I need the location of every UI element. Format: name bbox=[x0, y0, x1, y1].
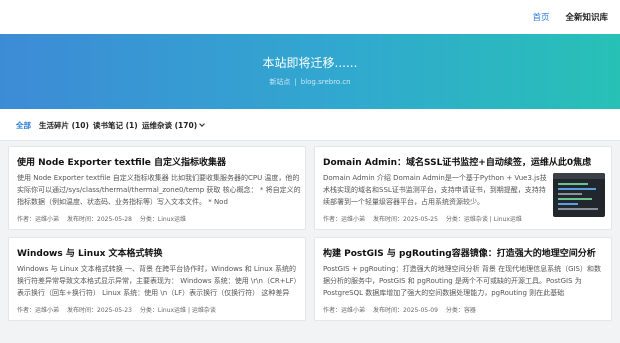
nav-home-link[interactable]: 首页 bbox=[532, 11, 549, 23]
post-excerpt: Domain Admin 介绍 Domain Admin是一个基于Python … bbox=[323, 174, 547, 206]
tab-ops-talk[interactable]: 运维杂谈 (170) bbox=[142, 120, 205, 131]
chevron-down-icon bbox=[199, 121, 205, 127]
post-excerpt: PostGIS + pgRouting：打造强大的地理空间分析 背景 在现代地理… bbox=[323, 265, 601, 297]
post-category: 分类：Linux运维 | 运维杂谈 bbox=[139, 307, 216, 314]
post-date: 发布时间：2025-05-25 bbox=[373, 216, 438, 223]
post-card[interactable]: Domain Admin：域名SSL证书监控+自动续签，运维从此0焦虑 Doma… bbox=[314, 146, 612, 230]
post-meta: 作者：运维小弟 发布时间：2025-05-25 分类：运维杂谈 | Linux运维 bbox=[323, 214, 530, 223]
hero-new-site-url[interactable]: blog.srebro.cn bbox=[301, 78, 351, 86]
post-card[interactable]: 构建 PostGIS 与 pgRouting容器镜像：打造强大的地理空间分析 P… bbox=[314, 237, 612, 321]
category-tabs: 全部 生活碎片 (10) 读书笔记 (1) 运维杂谈 (170) bbox=[0, 109, 620, 141]
post-author: 作者：运维小弟 bbox=[17, 307, 60, 314]
post-card[interactable]: Windows 与 Linux 文本格式转换 Windows 与 Linux 文… bbox=[8, 237, 306, 321]
terminal-screenshot-icon[interactable] bbox=[553, 173, 605, 217]
hero-subtitle: 新站点 | blog.srebro.cn bbox=[0, 77, 620, 87]
tab-life[interactable]: 生活碎片 (10) bbox=[39, 120, 89, 131]
tab-reading-notes[interactable]: 读书笔记 (1) bbox=[93, 120, 138, 131]
post-author: 作者：运维小弟 bbox=[323, 216, 366, 223]
post-date: 发布时间：2025-05-23 bbox=[67, 307, 132, 314]
hero-new-site-label: 新站点 bbox=[269, 78, 291, 86]
main-nav: 首页 全新知识库 bbox=[532, 0, 608, 34]
post-meta: 作者：运维小弟 发布时间：2025-05-28 分类：Linux运维 bbox=[17, 214, 194, 223]
post-category: 分类：容器 bbox=[445, 307, 476, 314]
post-author: 作者：运维小弟 bbox=[323, 307, 366, 314]
post-date: 发布时间：2025-05-28 bbox=[67, 216, 132, 223]
post-meta: 作者：运维小弟 发布时间：2025-05-23 分类：Linux运维 | 运维杂谈 bbox=[17, 305, 224, 314]
nav-knowledge-base-link[interactable]: 全新知识库 bbox=[565, 11, 608, 23]
post-category: 分类：Linux运维 bbox=[139, 216, 187, 223]
hero-title: 本站即将迁移...... bbox=[262, 56, 358, 70]
tab-ops-talk-label: 运维杂谈 (170) bbox=[142, 121, 198, 130]
post-category: 分类：运维杂谈 | Linux运维 bbox=[445, 216, 522, 223]
tab-all[interactable]: 全部 bbox=[16, 120, 31, 131]
top-navbar: 首页 全新知识库 bbox=[0, 0, 620, 34]
post-excerpt: Windows 与 Linux 文本格式转换 一、背景 在跨平台协作时，Wind… bbox=[17, 265, 301, 297]
post-excerpt: 使用 Node Exporter textfile 自定义指标收集器 比如我们要… bbox=[17, 174, 301, 206]
post-card[interactable]: 使用 Node Exporter textfile 自定义指标收集器 使用 No… bbox=[8, 146, 306, 230]
post-author: 作者：运维小弟 bbox=[17, 216, 60, 223]
post-title[interactable]: Windows 与 Linux 文本格式转换 bbox=[17, 246, 163, 259]
post-title[interactable]: 使用 Node Exporter textfile 自定义指标收集器 bbox=[17, 155, 226, 168]
post-title[interactable]: Domain Admin：域名SSL证书监控+自动续签，运维从此0焦虑 bbox=[323, 155, 591, 168]
post-meta: 作者：运维小弟 发布时间：2025-05-09 分类：容器 bbox=[323, 305, 484, 314]
post-title[interactable]: 构建 PostGIS 与 pgRouting容器镜像：打造强大的地理空间分析 bbox=[323, 246, 596, 259]
hero-banner: 本站即将迁移...... 新站点 | blog.srebro.cn bbox=[0, 34, 620, 109]
post-date: 发布时间：2025-05-09 bbox=[373, 307, 438, 314]
hero-separator: | bbox=[294, 78, 297, 86]
